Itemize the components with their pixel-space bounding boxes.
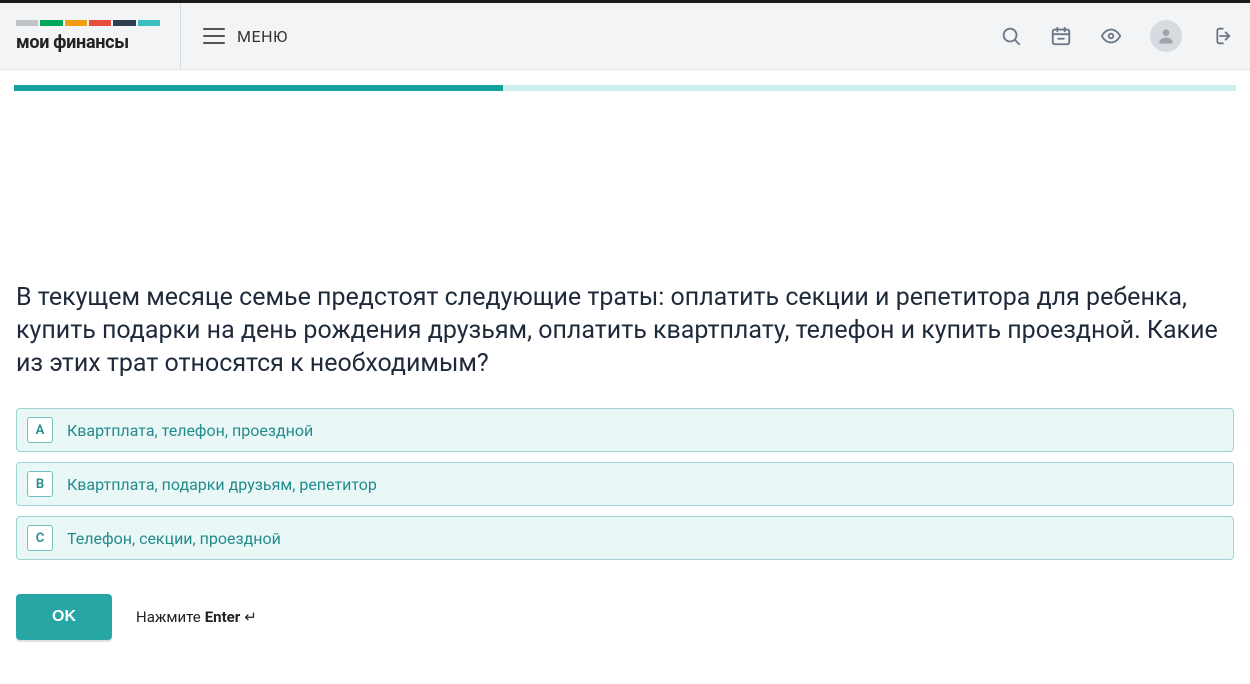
header: мои финансы МЕНЮ bbox=[0, 3, 1250, 70]
hint-prefix: Нажмите bbox=[136, 608, 201, 626]
search-icon[interactable] bbox=[1000, 25, 1022, 47]
hamburger-icon bbox=[203, 28, 225, 44]
logo[interactable]: мои финансы bbox=[0, 3, 181, 69]
options-list: A Квартплата, телефон, проездной B Кварт… bbox=[16, 408, 1234, 560]
question-text: В текущем месяце семье предстоят следующ… bbox=[16, 281, 1234, 380]
logo-stripe bbox=[16, 20, 160, 26]
menu-label: МЕНЮ bbox=[237, 27, 288, 46]
option-text: Квартплата, подарки друзьям, репетитор bbox=[67, 475, 377, 494]
option-text: Телефон, секции, проездной bbox=[67, 529, 281, 548]
header-icons bbox=[1000, 20, 1232, 52]
footer-row: OK Нажмите Enter ↵ bbox=[16, 594, 1234, 640]
logo-text: мои финансы bbox=[16, 32, 160, 53]
hint-key: Enter bbox=[205, 608, 241, 626]
progress-bar bbox=[14, 85, 1236, 91]
option-key: B bbox=[27, 471, 53, 497]
quiz-content: В текущем месяце семье предстоят следующ… bbox=[0, 91, 1250, 640]
option-c[interactable]: C Телефон, секции, проездной bbox=[16, 516, 1234, 560]
option-b[interactable]: B Квартплата, подарки друзьям, репетитор bbox=[16, 462, 1234, 506]
avatar[interactable] bbox=[1150, 20, 1182, 52]
logout-icon[interactable] bbox=[1210, 25, 1232, 47]
option-text: Квартплата, телефон, проездной bbox=[67, 421, 313, 440]
menu-button[interactable]: МЕНЮ bbox=[181, 3, 310, 69]
calendar-icon[interactable] bbox=[1050, 25, 1072, 47]
option-key: A bbox=[27, 417, 53, 443]
option-key: C bbox=[27, 525, 53, 551]
progress-fill bbox=[14, 85, 503, 91]
enter-hint: Нажмите Enter ↵ bbox=[136, 608, 257, 626]
eye-icon[interactable] bbox=[1100, 25, 1122, 47]
enter-arrow-icon: ↵ bbox=[244, 608, 257, 626]
ok-button[interactable]: OK bbox=[16, 594, 112, 640]
option-a[interactable]: A Квартплата, телефон, проездной bbox=[16, 408, 1234, 452]
